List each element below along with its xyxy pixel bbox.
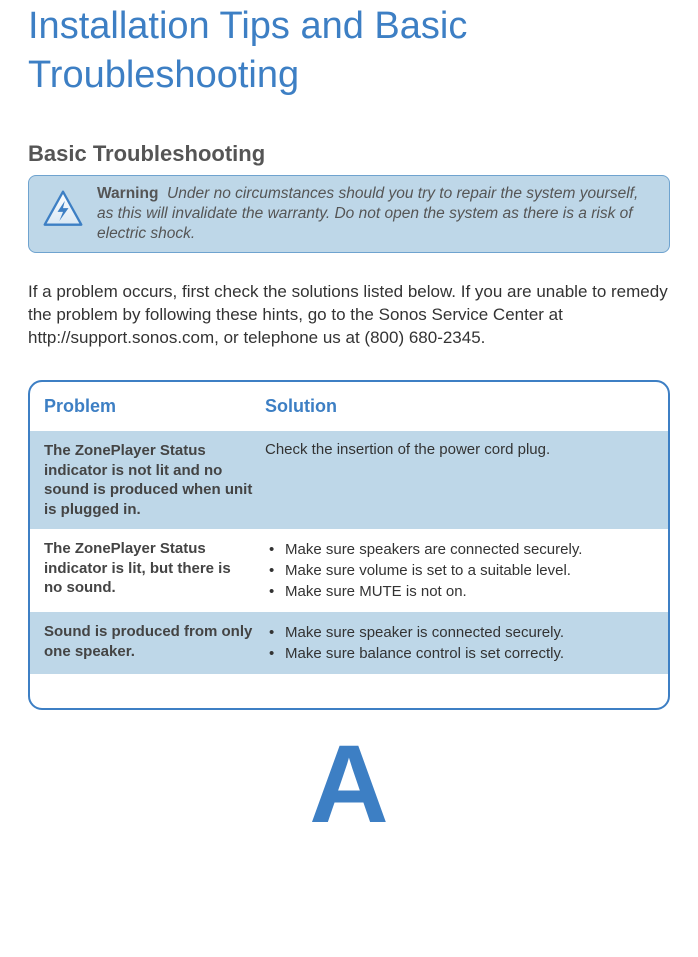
list-item: Make sure MUTE is not on. <box>265 581 654 602</box>
table-header-row: Problem Solution <box>30 382 668 431</box>
solution-cell: Make sure speaker is connected securely.… <box>265 612 668 674</box>
solution-cell: Make sure speakers are connected securel… <box>265 529 668 612</box>
intro-paragraph: If a problem occurs, first check the sol… <box>28 281 670 350</box>
table-row: The ZonePlayer Status indicator is lit, … <box>30 529 668 612</box>
troubleshooting-table: Problem Solution The ZonePlayer Status i… <box>28 380 670 710</box>
problem-cell: The ZonePlayer Status indicator is lit, … <box>30 529 265 612</box>
problem-cell: Sound is produced from only one speaker. <box>30 612 265 674</box>
list-item: Make sure balance control is set correct… <box>265 643 654 664</box>
warning-label: Warning <box>97 185 158 202</box>
section-heading: Basic Troubleshooting <box>28 141 670 167</box>
solution-cell: Check the insertion of the power cord pl… <box>265 431 668 529</box>
problem-cell: The ZonePlayer Status indicator is not l… <box>30 431 265 529</box>
page-title: Installation Tips and Basic Troubleshoot… <box>28 2 670 101</box>
warning-text-container: Warning Under no circumstances should yo… <box>97 184 657 244</box>
table-row: Sound is produced from only one speaker.… <box>30 612 668 674</box>
table-spacer-row <box>30 674 668 708</box>
warning-body: Under no circumstances should you try to… <box>97 185 638 242</box>
list-item: Make sure speakers are connected securel… <box>265 539 654 560</box>
list-item: Make sure speaker is connected securely. <box>265 622 654 643</box>
electric-shock-warning-icon <box>41 188 85 232</box>
list-item: Make sure volume is set to a suitable le… <box>265 560 654 581</box>
header-solution: Solution <box>265 382 668 431</box>
table-row: The ZonePlayer Status indicator is not l… <box>30 431 668 529</box>
warning-box: Warning Under no circumstances should yo… <box>28 175 670 253</box>
header-problem: Problem <box>30 382 265 431</box>
appendix-letter: A <box>28 730 670 840</box>
